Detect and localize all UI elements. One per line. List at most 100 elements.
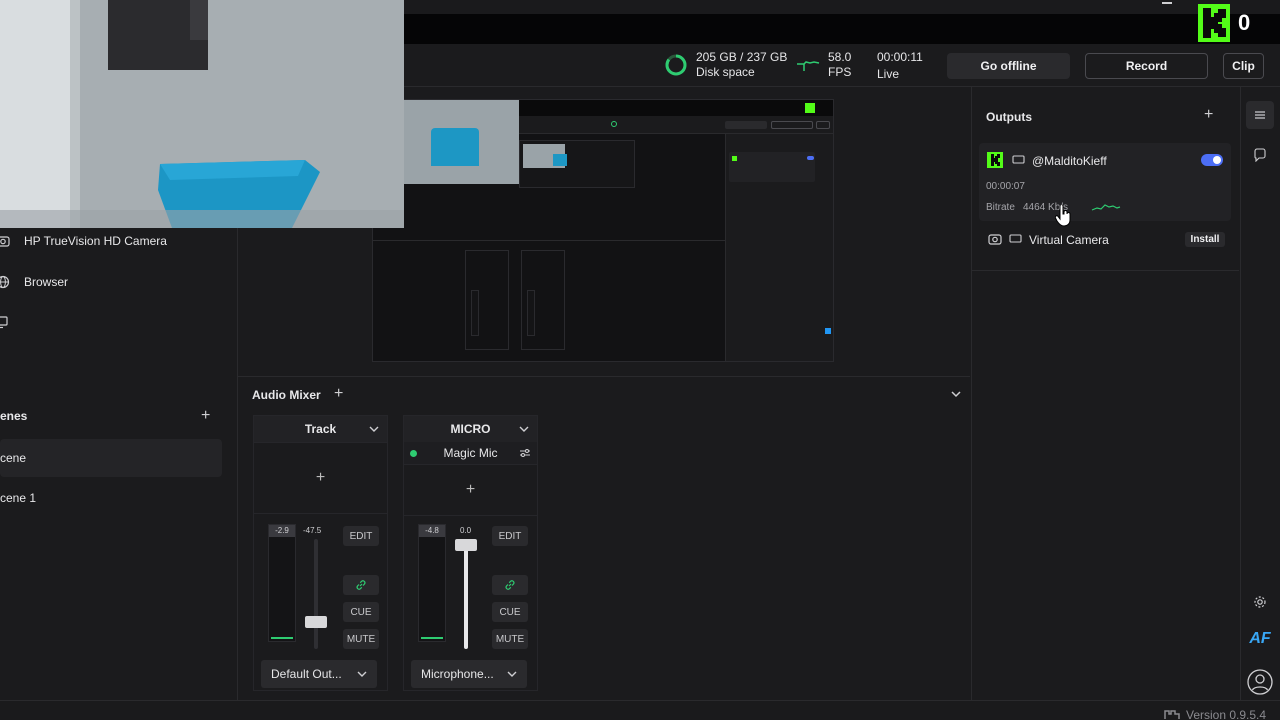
record-button[interactable]: Record [1085,53,1208,79]
add-device-button[interactable]: + [254,442,387,514]
mute-button[interactable]: MUTE [492,629,528,649]
strip-header[interactable]: MICRO [404,416,537,442]
source-item-display[interactable] [0,305,236,339]
outputs-title: Outputs [986,110,1032,124]
list-icon [1255,111,1265,119]
add-scene-button[interactable]: + [201,408,210,424]
monitor-icon [1012,155,1025,164]
chevron-down-icon[interactable] [369,425,379,433]
avatar-icon[interactable] [1247,669,1273,695]
status-bar [0,700,1280,720]
device-active-dot [410,450,417,457]
disk-ring-icon [665,54,687,76]
output-device-select[interactable]: Default Out... [261,660,377,688]
level-meter: -2.9 [268,524,296,642]
add-device-button[interactable]: + [404,464,537,516]
chat-icon[interactable] [1253,148,1267,162]
camera-icon [0,236,10,247]
link-button[interactable] [492,575,528,595]
scene-item[interactable]: cene [0,439,222,477]
volume-fader-track[interactable] [314,539,318,649]
disk-label: Disk space [696,65,755,79]
outputs-tab[interactable] [1246,101,1274,129]
filters-icon[interactable] [519,448,531,458]
fader-db-label: 0.0 [460,526,472,535]
source-label: Browser [24,275,69,289]
edit-button[interactable]: EDIT [343,526,379,546]
scene-label: cene [0,451,27,465]
device-name: Magic Mic [443,446,498,460]
scenes-title: enes [0,409,28,423]
link-icon [356,580,366,590]
camera-icon [988,234,1002,245]
fps-stat: 58.0 FPS [796,50,851,80]
source-label: HP TrueVision HD Camera [24,234,167,248]
volume-fader-handle[interactable] [455,539,477,551]
output-device-select[interactable]: Microphone... [411,660,527,688]
device-row: Magic Mic [404,442,537,464]
user-initials-logo: AF [1249,630,1271,647]
collapse-mixer-chevron-icon[interactable] [950,389,962,399]
output-elapsed: 00:00:07 [986,181,1025,192]
globe-icon [0,275,10,289]
bitrate-label: Bitrate [986,202,1015,213]
fps-label: FPS [828,65,852,79]
source-item-camera[interactable]: HP TrueVision HD Camera [0,224,236,258]
cursor-hand-icon [1055,205,1071,227]
output-name: Virtual Camera [1029,233,1109,247]
meter-db-label: -2.9 [269,525,295,537]
app-logo-icon [1164,710,1180,719]
volume-fader-handle[interactable] [305,616,327,628]
meter-db-label: -4.8 [419,525,445,537]
fps-graph-icon [797,61,820,71]
output-name: @MalditoKieff [1032,154,1107,168]
chevron-down-icon [357,671,367,677]
clip-button[interactable]: Clip [1223,53,1264,79]
go-offline-button[interactable]: Go offline [947,53,1070,79]
strip-name: MICRO [450,422,491,436]
output-device-label: Default Out... [271,667,342,681]
version-label: Version 0.9.5.4 [1186,708,1267,720]
divider [971,270,1239,271]
monitor-icon [1009,234,1022,243]
scene-label: cene 1 [0,491,37,505]
webcam-preview [0,0,404,228]
monitor-icon [0,316,8,329]
kick-logo-icon [1198,4,1230,42]
add-audio-button[interactable]: + [334,386,343,402]
install-button[interactable]: Install [1185,232,1225,247]
link-icon [505,580,515,590]
source-item-browser[interactable]: Browser [0,265,236,299]
disk-stat: 205 GB / 237 GB Disk space [664,50,787,80]
kick-badge: 0 [1198,4,1260,42]
fader-db-label: -47.5 [303,526,322,535]
gear-icon[interactable] [1253,595,1267,609]
mute-button[interactable]: MUTE [343,629,379,649]
strip-header[interactable]: Track [254,416,387,442]
cue-button[interactable]: CUE [492,602,528,622]
chevron-down-icon[interactable] [519,425,529,433]
audio-mixer-title: Audio Mixer [252,388,321,402]
link-button[interactable] [343,575,379,595]
live-time-stat: 00:00:11 Live [877,50,923,82]
kick-count: 0 [1238,10,1251,35]
edit-button[interactable]: EDIT [492,526,528,546]
cue-button[interactable]: CUE [343,602,379,622]
fps-value: 58.0 [828,50,852,64]
volume-fader-track[interactable] [464,539,468,649]
strip-name: Track [304,422,337,436]
bitrate-sparkline [1091,204,1121,211]
output-device-label: Microphone... [421,667,494,681]
level-meter: -4.8 [418,524,446,642]
disk-value: 205 GB / 237 GB [696,50,788,64]
chevron-down-icon [507,671,517,677]
kick-logo-icon [987,152,1003,168]
live-time-label: Live [877,67,900,81]
live-time-value: 00:00:11 [877,50,923,64]
add-output-button[interactable]: + [1204,107,1213,123]
scene-item[interactable]: cene 1 [0,479,222,517]
stream-preview [372,99,834,362]
webcam-image [0,0,404,228]
output-enabled-toggle[interactable] [1201,154,1223,166]
minimize-icon[interactable] [1162,2,1172,4]
